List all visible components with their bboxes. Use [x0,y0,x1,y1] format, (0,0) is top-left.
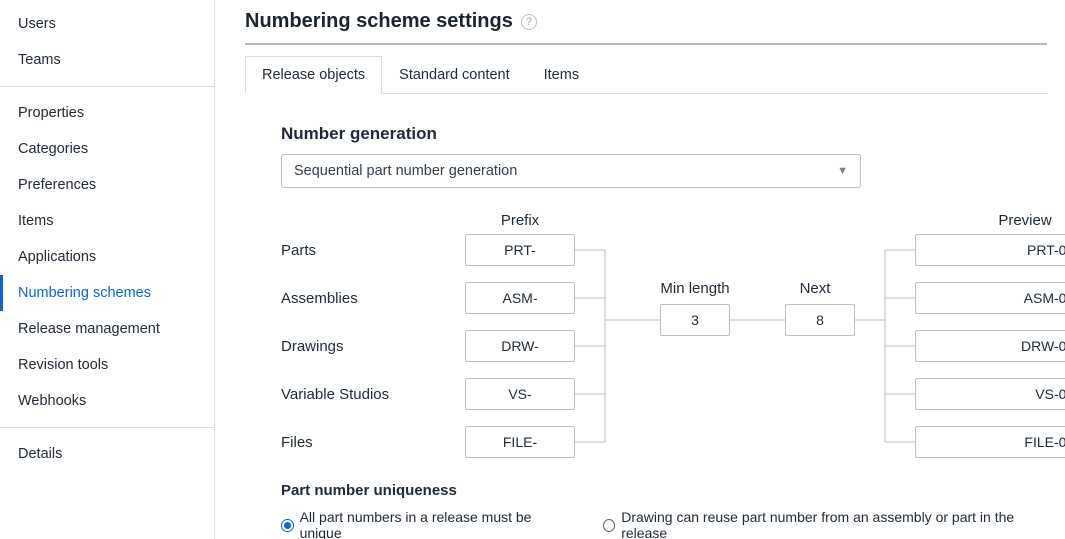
uniqueness-option-unique[interactable]: All part numbers in a release must be un… [281,509,567,539]
sidebar-item-preferences[interactable]: Preferences [0,167,214,203]
tab-items[interactable]: Items [527,56,596,94]
radio-icon [281,519,294,532]
tabs: Release objects Standard content Items [245,55,1047,94]
page-title: Numbering scheme settings [245,10,513,33]
prefix-input-files[interactable]: FILE- [465,426,575,458]
tab-release-objects[interactable]: Release objects [245,56,382,94]
prefix-input-parts[interactable]: PRT- [465,234,575,266]
preview-varstudios: VS-008 [915,378,1065,410]
preview-header: Preview [935,212,1065,229]
numbergen-area: Prefix Min length Next Preview Parts Ass… [275,212,1047,472]
radio-icon [603,519,616,532]
main-content: Numbering scheme settings ? Release obje… [215,0,1065,539]
row-label-drawings: Drawings [281,338,344,355]
minlen-input[interactable]: 3 [660,304,730,336]
sidebar-item-release-management[interactable]: Release management [0,311,214,347]
tab-standard-content[interactable]: Standard content [382,56,526,94]
row-label-varstudios: Variable Studios [281,386,389,403]
sidebar-item-properties[interactable]: Properties [0,95,214,131]
prefix-header: Prefix [465,212,575,229]
sidebar-item-revision-tools[interactable]: Revision tools [0,347,214,383]
row-label-files: Files [281,434,313,451]
sidebar-item-numbering-schemes[interactable]: Numbering schemes [0,275,214,311]
numbergen-select-value: Sequential part number generation [294,163,517,179]
sidebar-item-items[interactable]: Items [0,203,214,239]
preview-files: FILE-008 [915,426,1065,458]
next-input[interactable]: 8 [785,304,855,336]
chevron-down-icon: ▼ [837,165,848,177]
sidebar-separator [0,86,214,87]
page-title-row: Numbering scheme settings ? [245,6,1047,45]
help-icon[interactable]: ? [521,14,537,30]
row-label-parts: Parts [281,242,316,259]
sidebar-item-teams[interactable]: Teams [0,42,214,78]
minlen-header: Min length [645,280,745,297]
next-header: Next [775,280,855,297]
numbergen-heading: Number generation [281,124,1047,144]
sidebar-separator [0,427,214,428]
preview-parts: PRT-008 [915,234,1065,266]
sidebar-item-details[interactable]: Details [0,436,214,472]
prefix-input-drawings[interactable]: DRW- [465,330,575,362]
sidebar: Users Teams Properties Categories Prefer… [0,0,215,539]
row-label-assemblies: Assemblies [281,290,358,307]
uniqueness-option-label: Drawing can reuse part number from an as… [621,509,1047,539]
sidebar-item-users[interactable]: Users [0,6,214,42]
sidebar-item-categories[interactable]: Categories [0,131,214,167]
prefix-input-assemblies[interactable]: ASM- [465,282,575,314]
uniqueness-options: All part numbers in a release must be un… [281,509,1047,539]
numbergen-select[interactable]: Sequential part number generation ▼ [281,154,861,188]
preview-drawings: DRW-008 [915,330,1065,362]
uniqueness-option-label: All part numbers in a release must be un… [300,509,567,539]
uniqueness-heading: Part number uniqueness [281,482,1047,499]
preview-assemblies: ASM-008 [915,282,1065,314]
prefix-input-varstudios[interactable]: VS- [465,378,575,410]
sidebar-item-applications[interactable]: Applications [0,239,214,275]
sidebar-item-webhooks[interactable]: Webhooks [0,383,214,419]
uniqueness-option-reuse[interactable]: Drawing can reuse part number from an as… [603,509,1047,539]
